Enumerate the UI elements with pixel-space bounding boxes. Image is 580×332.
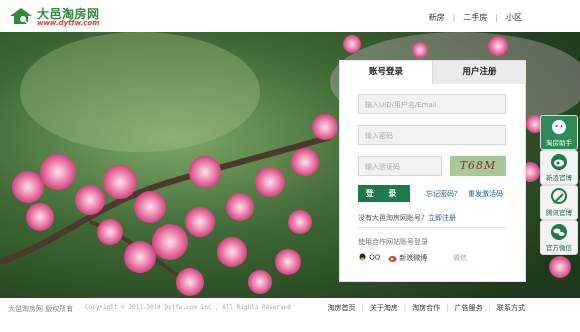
sidebar-item-label: 腾讯官博: [546, 209, 572, 217]
tencent-weibo-icon: [551, 188, 567, 204]
qq-label: QQ: [369, 253, 381, 262]
divider: [358, 227, 506, 228]
captcha-input[interactable]: 输入验证码: [358, 156, 442, 176]
footer-copyright: Copyright © 2011-2014 Dytfw.com Inc , Al…: [85, 304, 291, 311]
sidebar-item-wechat[interactable]: 官方微信: [540, 220, 578, 255]
tab-user-register[interactable]: 用户注册: [432, 61, 526, 84]
captcha-image[interactable]: T68M: [450, 156, 506, 176]
qq-login[interactable]: QQ: [358, 253, 380, 262]
footer-link-home[interactable]: 淘房首页: [328, 304, 356, 312]
footer-separator: |: [488, 304, 491, 312]
footer-link-cooperation[interactable]: 淘房合作: [412, 304, 440, 312]
footer-link-contact[interactable]: 联系方式: [497, 304, 525, 312]
nav-separator: |: [452, 13, 456, 22]
wechat-login[interactable]: 微信: [453, 253, 467, 263]
site-header: 大邑淘房网 www.dytfw.com 新房 | 二手房 | 小区: [0, 0, 580, 32]
resend-activation-link[interactable]: 重发激活码: [468, 189, 503, 199]
footer-brand: 大邑淘房网 版权所有: [8, 305, 74, 313]
footer-link-ads[interactable]: 广告服务: [455, 304, 483, 312]
sidebar-item-assistant[interactable]: 淘房助手: [540, 115, 578, 150]
tab-account-login[interactable]: 账号登录: [340, 61, 432, 84]
footer-separator: |: [403, 304, 407, 312]
sina-weibo-login[interactable]: 新浪微博: [388, 253, 427, 263]
wechat-icon: [551, 224, 567, 240]
top-nav: 新房 | 二手房 | 小区: [429, 12, 522, 23]
forgot-password-link[interactable]: 忘记密码?: [426, 189, 458, 199]
sina-weibo-label: 新浪微博: [399, 254, 428, 262]
sidebar-item-label: 淘房助手: [546, 139, 572, 147]
partner-login-label: 使用合作网站账号登录: [358, 238, 428, 246]
nav-item-community[interactable]: 小区: [506, 13, 522, 22]
username-input[interactable]: 输入UID/用户名/Email: [358, 94, 506, 114]
footer-link-about[interactable]: 关于淘房: [370, 304, 398, 312]
no-account-label: 没有大邑淘房网账号？: [358, 214, 428, 222]
login-panel: 账号登录 用户注册 输入UID/用户名/Email 输入密码 输入验证码 T68…: [339, 60, 526, 282]
password-input[interactable]: 输入密码: [358, 125, 506, 145]
login-button[interactable]: 登 录: [358, 185, 410, 202]
site-footer: 大邑淘房网 版权所有 Copyright © 2011-2014 Dytfw.c…: [0, 298, 580, 332]
sidebar-item-label: 官方微信: [546, 244, 572, 252]
sidebar-item-sina-weibo[interactable]: 新浪官博: [540, 150, 578, 185]
sidebar-item-label: 新浪官博: [546, 174, 572, 182]
footer-separator: |: [361, 304, 364, 312]
weibo-icon: [551, 154, 567, 170]
logo-url: www.dytfw.com: [37, 19, 100, 27]
footer-links: 淘房首页 | 关于淘房 | 淘房合作 | 广告服务 | 联系方式: [328, 303, 525, 313]
assistant-icon: [552, 120, 566, 134]
nav-item-second-hand[interactable]: 二手房: [463, 13, 487, 22]
sidebar-item-tencent-weibo[interactable]: 腾讯官博: [540, 185, 578, 220]
nav-item-new-homes[interactable]: 新房: [429, 13, 445, 22]
qq-icon: [359, 253, 366, 261]
register-now-link[interactable]: 立即注册: [428, 214, 456, 222]
weibo-icon: [388, 255, 397, 262]
logo-house-icon[interactable]: [8, 6, 34, 26]
nav-separator: |: [495, 13, 498, 22]
no-account-text: 没有大邑淘房网账号？立即注册: [358, 213, 456, 223]
footer-separator: |: [446, 304, 449, 312]
